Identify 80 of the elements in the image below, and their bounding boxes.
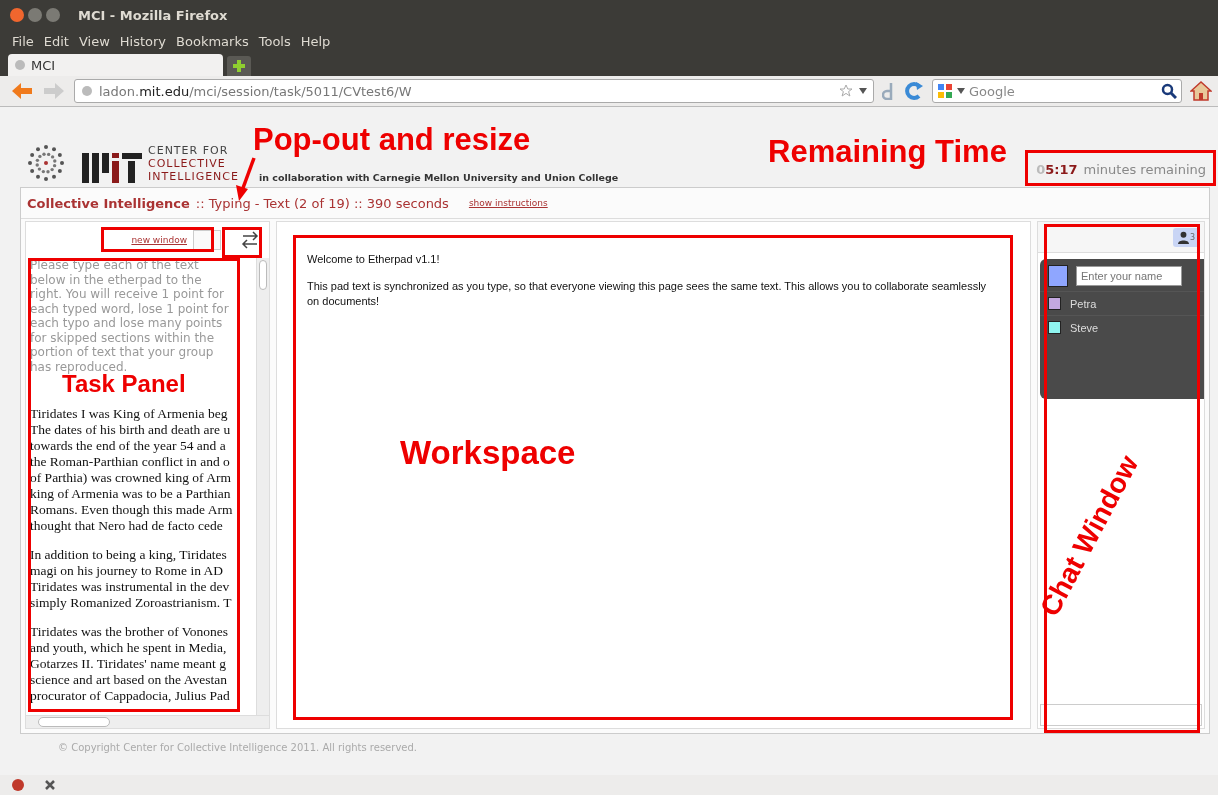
timer-label: minutes remaining: [1083, 162, 1206, 177]
instruction-line: has reproduced.: [30, 359, 129, 374]
window-title: MCI - Mozilla Firefox: [78, 7, 228, 23]
swap-arrows-icon[interactable]: [239, 229, 261, 251]
logo-text: CENTER FOR: [148, 144, 230, 157]
menu-item[interactable]: Edit: [43, 33, 69, 49]
maximize-button[interactable]: [46, 8, 60, 22]
menu-item[interactable]: View: [78, 33, 110, 49]
article-line: of Parthia) was crowned king of Arm: [30, 470, 232, 486]
article-line: Tiridates I was King of Armenia beg: [30, 406, 229, 422]
instruction-line: for skipped sections within the: [30, 330, 216, 345]
annotation-label: Pop-out and resize: [253, 124, 531, 155]
bookmark-star-icon[interactable]: [839, 84, 853, 98]
article-line: towards the end of the year 54 and a: [30, 438, 227, 454]
dropdown-caret-icon[interactable]: [859, 88, 867, 94]
article-line: Gotarzes II. Tiridates' name meant g: [30, 656, 227, 672]
horizontal-scrollbar[interactable]: [26, 715, 269, 728]
minimize-button[interactable]: [28, 8, 42, 22]
address-field[interactable]: ladon.mit.edu/mci/session/task/5011/CVtest6/W: [74, 79, 874, 103]
article-line: In addition to being a king, Tiridates: [30, 547, 228, 563]
instruction-line: each typed word, lose 1 point for: [30, 301, 230, 316]
menu-item[interactable]: Bookmarks: [176, 33, 249, 49]
article-line: procurator of Cappadocia, Julius Pad: [30, 688, 231, 704]
user-name: Petra: [1070, 297, 1097, 310]
search-field[interactable]: Google: [932, 79, 1182, 103]
globe-icon: [14, 59, 26, 71]
show-instructions-link[interactable]: show instructions: [468, 198, 548, 208]
chat-input-field[interactable]: [1040, 704, 1202, 726]
annotation-label: Workspace: [400, 436, 576, 469]
vertical-scrollbar[interactable]: [256, 258, 269, 715]
instruction-line: below in the etherpad to the: [30, 272, 203, 287]
article-line: the Roman-Parthian conflict in and o: [30, 454, 231, 470]
article-line: simply Romanized Zoroastrianism. T: [30, 595, 233, 611]
task-title: Collective Intelligence: [27, 195, 190, 211]
name-field[interactable]: Enter your name: [1076, 266, 1182, 286]
article-line: thought that Nero had de facto cede: [30, 518, 224, 534]
timer-value: 5:17: [1045, 162, 1078, 177]
article-line: The dates of his birth and death are u: [30, 422, 232, 438]
menu-item[interactable]: File: [12, 33, 34, 49]
person-icon: [1177, 230, 1189, 244]
globe-icon: [81, 85, 93, 97]
instruction-line: each typo and lose many points: [30, 316, 224, 331]
article-line: and youth, which he spent in Media,: [30, 640, 228, 656]
instruction-line: right. You will receive 1 point for: [30, 287, 225, 302]
copyright-text: © Copyright Center for Collective Intelligence 2011. All rights reserved.: [57, 741, 418, 755]
dropdown-caret-icon[interactable]: [957, 88, 965, 94]
user-name: Steve: [1070, 321, 1099, 334]
article-line: science and art based on the Avestan: [30, 672, 228, 688]
dot-circle-logo-icon: [26, 143, 66, 183]
close-icon[interactable]: [44, 779, 56, 791]
menu-item[interactable]: Help: [300, 33, 331, 49]
search-icon[interactable]: [1161, 83, 1177, 99]
pad-text: Welcome to Etherpad v1.1!: [307, 252, 441, 267]
colored-squares-icon[interactable]: [937, 83, 953, 99]
home-icon[interactable]: [1190, 80, 1212, 102]
menu-item[interactable]: History: [119, 33, 167, 49]
tagline: in collaboration with Carnegie Mellon University and Union College: [259, 172, 619, 183]
menu-item[interactable]: Tools: [258, 33, 291, 49]
browser-tab[interactable]: MCI: [8, 54, 223, 76]
back-icon[interactable]: [10, 81, 34, 101]
instruction-line: portion of text that your group: [30, 345, 215, 360]
color-swatch[interactable]: [1048, 265, 1068, 287]
task-detail: :: Typing - Text (2 of 19) :: 390 seconds: [195, 195, 449, 211]
close-button[interactable]: [10, 8, 24, 22]
new-window-link[interactable]: new window: [131, 235, 187, 245]
plus-icon: [231, 58, 247, 74]
article-line: Romans. Even though this made Arm: [30, 502, 234, 518]
article-line: Tiridates was instrumental in the dev: [30, 579, 231, 595]
article-line: king of Armenia was to be a Parthian: [30, 486, 232, 502]
article-line: Tiridates was the brother of Vonones: [30, 624, 230, 640]
stop-sign-icon[interactable]: [12, 779, 24, 791]
logo-text: INTELLIGENCE: [148, 170, 239, 183]
annotation-label: Remaining Time: [768, 136, 1007, 167]
logo-text: COLLECTIVE: [148, 157, 227, 170]
article-line: magi on his journey to Rome in AD: [30, 563, 225, 579]
annotation-label: Task Panel: [62, 372, 186, 396]
new-tab-button[interactable]: [227, 56, 251, 76]
users-button[interactable]: 3: [1172, 227, 1200, 247]
reload-icon[interactable]: [904, 81, 924, 101]
pad-text: This pad text is synchronized as you type, so that everyone viewing this page sees the same text. This allows you to collaborate seamlessly on documents!: [307, 279, 988, 309]
